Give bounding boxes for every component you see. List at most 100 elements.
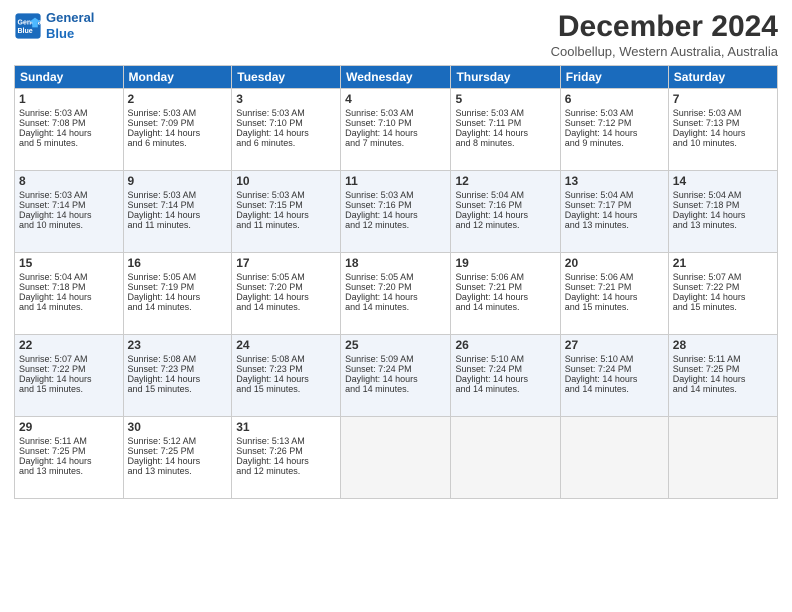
day-number: 12 <box>455 174 555 188</box>
daylight-label: Daylight: 14 hours <box>236 210 336 220</box>
table-row: 16Sunrise: 5:05 AMSunset: 7:19 PMDayligh… <box>123 253 232 335</box>
day-number: 19 <box>455 256 555 270</box>
daylight-label: Daylight: 14 hours <box>236 456 336 466</box>
sunset-text: Sunset: 7:24 PM <box>565 364 664 374</box>
day-number: 27 <box>565 338 664 352</box>
daylight-label: Daylight: 14 hours <box>128 374 228 384</box>
daylight-label: Daylight: 14 hours <box>673 292 773 302</box>
logo-blue: Blue <box>46 26 74 41</box>
sunrise-text: Sunrise: 5:03 AM <box>19 190 119 200</box>
sunrise-text: Sunrise: 5:04 AM <box>455 190 555 200</box>
daylight-minutes: and 9 minutes. <box>565 138 664 148</box>
daylight-minutes: and 15 minutes. <box>565 302 664 312</box>
daylight-minutes: and 14 minutes. <box>673 384 773 394</box>
day-number: 8 <box>19 174 119 188</box>
table-row: 17Sunrise: 5:05 AMSunset: 7:20 PMDayligh… <box>232 253 341 335</box>
table-row <box>560 417 668 499</box>
table-row: 4Sunrise: 5:03 AMSunset: 7:10 PMDaylight… <box>341 89 451 171</box>
svg-text:Blue: Blue <box>18 28 33 35</box>
daylight-minutes: and 14 minutes. <box>455 302 555 312</box>
day-number: 4 <box>345 92 446 106</box>
sunset-text: Sunset: 7:16 PM <box>455 200 555 210</box>
sunrise-text: Sunrise: 5:07 AM <box>673 272 773 282</box>
calendar-week-row: 22Sunrise: 5:07 AMSunset: 7:22 PMDayligh… <box>15 335 778 417</box>
daylight-minutes: and 12 minutes. <box>455 220 555 230</box>
sunset-text: Sunset: 7:23 PM <box>236 364 336 374</box>
daylight-minutes: and 14 minutes. <box>19 302 119 312</box>
daylight-minutes: and 10 minutes. <box>19 220 119 230</box>
table-row <box>668 417 777 499</box>
daylight-minutes: and 5 minutes. <box>19 138 119 148</box>
col-sunday: Sunday <box>15 66 124 89</box>
sunrise-text: Sunrise: 5:11 AM <box>19 436 119 446</box>
sunset-text: Sunset: 7:25 PM <box>673 364 773 374</box>
sunset-text: Sunset: 7:14 PM <box>19 200 119 210</box>
table-row: 30Sunrise: 5:12 AMSunset: 7:25 PMDayligh… <box>123 417 232 499</box>
daylight-minutes: and 14 minutes. <box>128 302 228 312</box>
sunset-text: Sunset: 7:09 PM <box>128 118 228 128</box>
daylight-minutes: and 7 minutes. <box>345 138 446 148</box>
sunset-text: Sunset: 7:15 PM <box>236 200 336 210</box>
sunrise-text: Sunrise: 5:13 AM <box>236 436 336 446</box>
table-row <box>341 417 451 499</box>
day-number: 10 <box>236 174 336 188</box>
col-tuesday: Tuesday <box>232 66 341 89</box>
sunrise-text: Sunrise: 5:09 AM <box>345 354 446 364</box>
table-row: 2Sunrise: 5:03 AMSunset: 7:09 PMDaylight… <box>123 89 232 171</box>
sunrise-text: Sunrise: 5:03 AM <box>236 190 336 200</box>
sunrise-text: Sunrise: 5:03 AM <box>455 108 555 118</box>
daylight-minutes: and 15 minutes. <box>19 384 119 394</box>
col-saturday: Saturday <box>668 66 777 89</box>
table-row: 11Sunrise: 5:03 AMSunset: 7:16 PMDayligh… <box>341 171 451 253</box>
table-row: 8 Sunrise: 5:03 AMSunset: 7:14 PMDaylight… <box>15 171 124 253</box>
logo-general: General <box>46 10 94 25</box>
sunrise-text: Sunrise: 5:03 AM <box>565 108 664 118</box>
daylight-label: Daylight: 14 hours <box>673 128 773 138</box>
daylight-minutes: and 13 minutes. <box>128 466 228 476</box>
day-number: 5 <box>455 92 555 106</box>
table-row: 28Sunrise: 5:11 AMSunset: 7:25 PMDayligh… <box>668 335 777 417</box>
day-number: 24 <box>236 338 336 352</box>
sunrise-text: Sunrise: 5:05 AM <box>236 272 336 282</box>
daylight-minutes: and 8 minutes. <box>455 138 555 148</box>
day-number: 7 <box>673 92 773 106</box>
sunset-text: Sunset: 7:18 PM <box>673 200 773 210</box>
sunset-text: Sunset: 7:10 PM <box>236 118 336 128</box>
table-row: 26Sunrise: 5:10 AMSunset: 7:24 PMDayligh… <box>451 335 560 417</box>
daylight-minutes: and 6 minutes. <box>128 138 228 148</box>
table-row: 24Sunrise: 5:08 AMSunset: 7:23 PMDayligh… <box>232 335 341 417</box>
sunrise-text: Sunrise: 5:07 AM <box>19 354 119 364</box>
sunset-text: Sunset: 7:21 PM <box>565 282 664 292</box>
daylight-label: Daylight: 14 hours <box>19 128 119 138</box>
sunset-text: Sunset: 7:25 PM <box>128 446 228 456</box>
sunrise-text: Sunrise: 5:05 AM <box>345 272 446 282</box>
daylight-label: Daylight: 14 hours <box>565 374 664 384</box>
sunrise-text: Sunrise: 5:03 AM <box>128 108 228 118</box>
table-row: 25Sunrise: 5:09 AMSunset: 7:24 PMDayligh… <box>341 335 451 417</box>
sunrise-text: Sunrise: 5:06 AM <box>455 272 555 282</box>
day-number: 9 <box>128 174 228 188</box>
calendar-header-row: Sunday Monday Tuesday Wednesday Thursday… <box>15 66 778 89</box>
daylight-minutes: and 10 minutes. <box>673 138 773 148</box>
table-row: 19Sunrise: 5:06 AMSunset: 7:21 PMDayligh… <box>451 253 560 335</box>
day-number: 29 <box>19 420 119 434</box>
daylight-minutes: and 14 minutes. <box>345 384 446 394</box>
col-monday: Monday <box>123 66 232 89</box>
sunrise-text: Sunrise: 5:03 AM <box>345 190 446 200</box>
sunset-text: Sunset: 7:17 PM <box>565 200 664 210</box>
sunset-text: Sunset: 7:22 PM <box>673 282 773 292</box>
daylight-label: Daylight: 14 hours <box>19 210 119 220</box>
daylight-label: Daylight: 14 hours <box>345 128 446 138</box>
sunset-text: Sunset: 7:12 PM <box>565 118 664 128</box>
sunrise-text: Sunrise: 5:10 AM <box>455 354 555 364</box>
table-row: 18Sunrise: 5:05 AMSunset: 7:20 PMDayligh… <box>341 253 451 335</box>
day-number: 22 <box>19 338 119 352</box>
daylight-label: Daylight: 14 hours <box>128 128 228 138</box>
daylight-label: Daylight: 14 hours <box>455 128 555 138</box>
daylight-label: Daylight: 14 hours <box>673 374 773 384</box>
daylight-label: Daylight: 14 hours <box>128 292 228 302</box>
sunset-text: Sunset: 7:14 PM <box>128 200 228 210</box>
table-row: 29Sunrise: 5:11 AMSunset: 7:25 PMDayligh… <box>15 417 124 499</box>
sunset-text: Sunset: 7:25 PM <box>19 446 119 456</box>
daylight-minutes: and 13 minutes. <box>19 466 119 476</box>
